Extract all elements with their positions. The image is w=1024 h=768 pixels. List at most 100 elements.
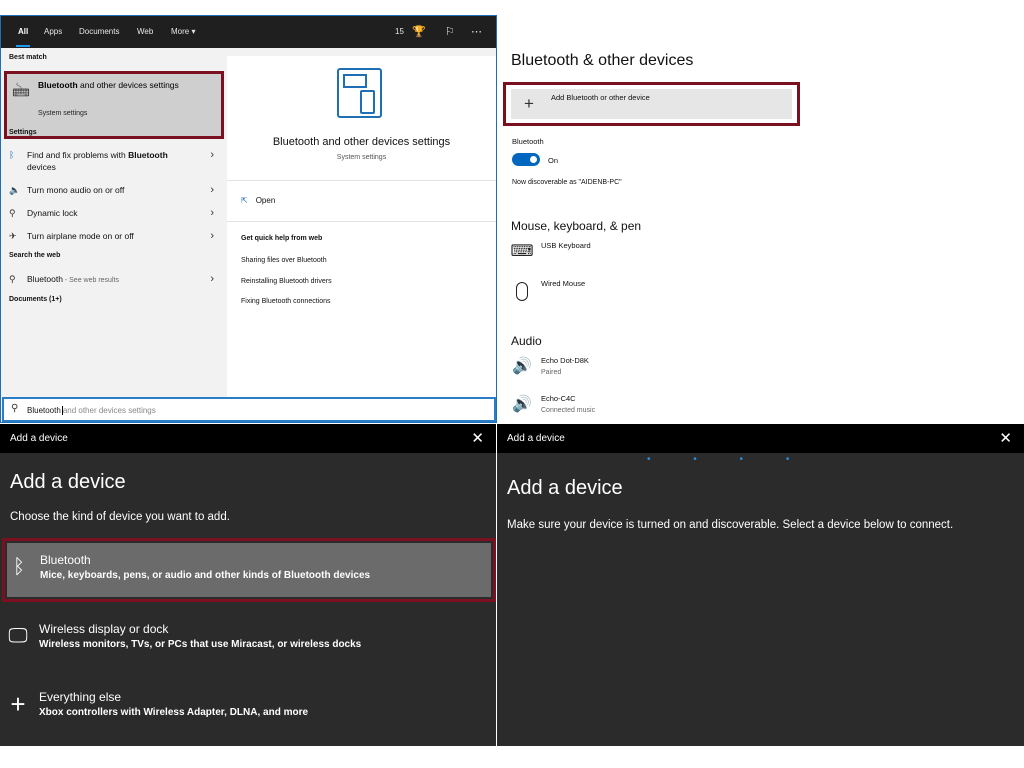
device-status: Connected music <box>541 407 596 414</box>
result-label: Turn mono audio on or off <box>27 185 125 195</box>
search-tab-bar: All Apps Documents Web More ▾ 15 🏆 ⚐ ⋯ <box>1 16 496 48</box>
search-query: Bluetooth and other devices settings <box>27 406 156 415</box>
option-wireless-display[interactable]: 🖵 Wireless display or dock Wireless moni… <box>4 608 494 666</box>
device-wired-mouse[interactable]: Wired Mouse <box>510 279 810 309</box>
tab-web[interactable]: Web <box>137 16 153 48</box>
close-icon[interactable]: ✕ <box>999 429 1012 447</box>
mouse-icon <box>510 279 534 303</box>
device-name: Wired Mouse <box>541 279 586 288</box>
open-action[interactable]: ⇱ Open <box>241 196 275 205</box>
bluetooth-icon: ᛒ <box>9 150 15 160</box>
bluetooth-icon: ᛒ <box>13 556 25 578</box>
search-icon: ⚲ <box>9 274 16 284</box>
device-echo-dot[interactable]: 🔊 Echo Dot-D8K Paired <box>510 356 810 386</box>
dialog-message: Make sure your device is turned on and d… <box>507 519 954 531</box>
discoverable-text: Now discoverable as "AIDENB-PC" <box>512 179 622 186</box>
dialog-heading: Add a device <box>10 471 126 493</box>
feedback-icon[interactable]: ⚐ <box>445 16 455 48</box>
section-audio: Audio <box>511 334 542 348</box>
device-status: Paired <box>541 369 562 376</box>
divider <box>227 221 496 222</box>
close-icon[interactable]: ✕ <box>471 429 484 447</box>
device-name: Echo Dot-D8K <box>541 356 589 365</box>
tab-more[interactable]: More ▾ <box>171 16 195 48</box>
result-label: Turn airplane mode on or off <box>27 231 134 241</box>
monitor-icon: 🖵 <box>8 625 28 647</box>
device-name: Echo-C4C <box>541 394 576 403</box>
option-description: Wireless monitors, TVs, or PCs that use … <box>39 639 362 650</box>
speaker-icon: 🔊 <box>512 358 532 375</box>
result-fix-bluetooth[interactable]: ᛒ Find and fix problems with Bluetooth d… <box>9 149 214 175</box>
rewards-count: 15 <box>395 27 404 36</box>
toggle-state: On <box>548 156 559 165</box>
chevron-right-icon: › <box>210 230 214 242</box>
section-documents[interactable]: Documents (1+) <box>9 296 62 303</box>
open-icon: ⇱ <box>241 196 248 205</box>
dialog-heading: Add a device <box>507 477 623 499</box>
result-label: Bluetooth - See web results <box>27 274 119 284</box>
result-label: Dynamic lock <box>27 208 78 218</box>
preview-title: Bluetooth and other devices settings <box>272 136 451 148</box>
quick-help-title: Get quick help from web <box>241 235 323 242</box>
devices-settings-large-icon <box>337 68 382 118</box>
tab-apps[interactable]: Apps <box>44 16 62 48</box>
dialog-title-bar: Add a device ✕ <box>497 424 1024 453</box>
section-best-match: Best match <box>9 54 47 61</box>
bluetooth-devices-settings-icon: 🖮 <box>12 81 30 101</box>
tab-documents[interactable]: Documents <box>79 16 119 48</box>
dialog-title-bar: Add a device ✕ <box>0 424 496 453</box>
chevron-right-icon: › <box>210 273 214 285</box>
section-search-web: Search the web <box>9 252 61 259</box>
result-preview-pane: Bluetooth and other devices settings Sys… <box>227 56 496 412</box>
speaker-icon: 🔈 <box>9 185 21 195</box>
chevron-right-icon: › <box>210 207 214 219</box>
plus-icon: + <box>524 94 534 113</box>
help-link[interactable]: Reinstalling Bluetooth drivers <box>241 278 332 285</box>
add-device-highlight: + Add Bluetooth or other device <box>503 82 800 126</box>
option-everything-else[interactable]: + Everything else Xbox controllers with … <box>4 676 494 734</box>
option-name: Bluetooth <box>40 553 91 567</box>
add-button-label: Add Bluetooth or other device <box>551 93 650 102</box>
keyboard-icon: ⌨ <box>510 243 534 260</box>
chevron-right-icon: › <box>210 149 214 161</box>
dialog-title: Add a device <box>10 433 68 444</box>
more-options-icon[interactable]: ⋯ <box>471 16 482 48</box>
speaker-icon: 🔊 <box>512 396 532 413</box>
best-match-title: Bluetooth and other devices settings <box>38 80 179 90</box>
device-echo-c4c[interactable]: 🔊 Echo-C4C Connected music <box>510 394 810 424</box>
option-description: Mice, keyboards, pens, or audio and othe… <box>40 570 371 581</box>
dialog-prompt: Choose the kind of device you want to ad… <box>10 511 230 523</box>
bluetooth-toggle[interactable] <box>512 153 540 166</box>
windows-search-panel: All Apps Documents Web More ▾ 15 🏆 ⚐ ⋯ B… <box>0 15 497 423</box>
add-device-dialog: Add a device ✕ Add a device Choose the k… <box>0 424 496 746</box>
add-bluetooth-device-button[interactable]: + Add Bluetooth or other device <box>511 89 792 119</box>
bluetooth-settings-page: Bluetooth & other devices + Add Bluetoot… <box>498 40 1024 423</box>
plus-icon: + <box>10 689 26 719</box>
airplane-icon: ✈ <box>9 231 17 241</box>
preview-subtitle: System settings <box>336 154 387 161</box>
search-icon: ⚲ <box>11 403 19 414</box>
key-icon: ⚲ <box>9 208 16 218</box>
best-match-subtitle: System settings <box>38 110 88 117</box>
help-link[interactable]: Fixing Bluetooth connections <box>241 298 331 305</box>
scanning-progress-dots: • • • • <box>647 454 810 465</box>
help-link[interactable]: Sharing files over Bluetooth <box>241 257 327 264</box>
option-bluetooth[interactable]: ᛒ Bluetooth Mice, keyboards, pens, or au… <box>2 538 496 602</box>
tab-all[interactable]: All <box>15 16 31 48</box>
option-name: Wireless display or dock <box>39 622 169 636</box>
bluetooth-label: Bluetooth <box>512 137 544 146</box>
dialog-title: Add a device <box>507 433 565 444</box>
section-mouse-keyboard-pen: Mouse, keyboard, & pen <box>511 219 642 233</box>
section-settings: Settings <box>9 129 37 136</box>
option-name: Everything else <box>39 690 122 704</box>
divider <box>227 180 496 181</box>
best-match-result[interactable]: 🖮 Bluetooth and other devices settings S… <box>4 71 224 139</box>
result-label: Find and fix problems with Bluetooth dev… <box>27 150 168 172</box>
option-description: Xbox controllers with Wireless Adapter, … <box>39 707 309 718</box>
page-title: Bluetooth & other devices <box>511 52 694 69</box>
rewards-trophy-icon[interactable]: 🏆 <box>412 16 426 48</box>
search-input[interactable]: ⚲ Bluetooth and other devices settings <box>2 397 496 422</box>
add-device-scanning-dialog: Add a device ✕ • • • • Add a device Make… <box>497 424 1024 746</box>
chevron-right-icon: › <box>210 184 214 196</box>
device-usb-keyboard[interactable]: ⌨ USB Keyboard <box>510 241 810 271</box>
